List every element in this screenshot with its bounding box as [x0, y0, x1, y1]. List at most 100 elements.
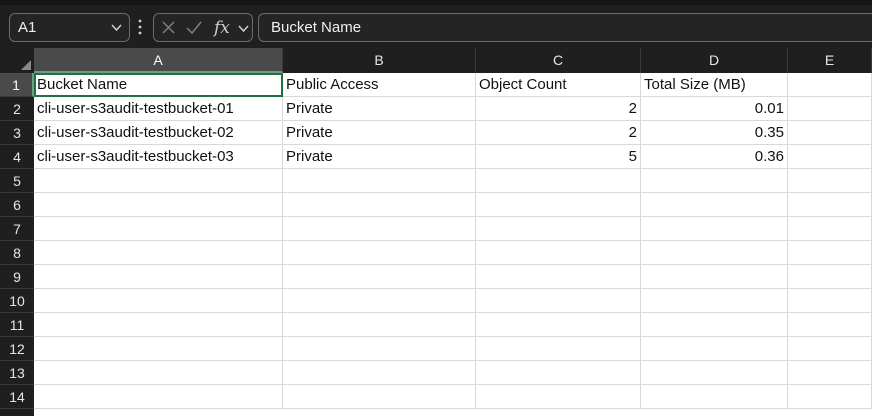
cell-a10[interactable]: [34, 289, 283, 313]
cell-d8[interactable]: [641, 241, 788, 265]
cell-c4[interactable]: 5: [476, 145, 641, 169]
cell-a14[interactable]: [34, 385, 283, 409]
cell-b12[interactable]: [283, 337, 476, 361]
cell-a9[interactable]: [34, 265, 283, 289]
row-header-9[interactable]: 9: [0, 265, 34, 289]
cell-c12[interactable]: [476, 337, 641, 361]
cell-a1[interactable]: Bucket Name: [34, 73, 283, 97]
cell-b1[interactable]: Public Access: [283, 73, 476, 97]
cell-a5[interactable]: [34, 169, 283, 193]
formula-input[interactable]: Bucket Name: [258, 13, 872, 42]
cell-c8[interactable]: [476, 241, 641, 265]
chevron-down-icon[interactable]: [111, 23, 122, 32]
cell-b2[interactable]: Private: [283, 97, 476, 121]
select-all-triangle-icon: [21, 60, 31, 70]
cell-b6[interactable]: [283, 193, 476, 217]
column-header-a[interactable]: A: [34, 48, 283, 73]
select-all-button[interactable]: [0, 48, 34, 73]
cell-b4[interactable]: Private: [283, 145, 476, 169]
cell-c2[interactable]: 2: [476, 97, 641, 121]
cell-a12[interactable]: [34, 337, 283, 361]
cell-c1[interactable]: Object Count: [476, 73, 641, 97]
cell-c3[interactable]: 2: [476, 121, 641, 145]
row-header-6[interactable]: 6: [0, 193, 34, 217]
cell-e4[interactable]: [788, 145, 872, 169]
cell-b11[interactable]: [283, 313, 476, 337]
cell-b5[interactable]: [283, 169, 476, 193]
row-header-2[interactable]: 2: [0, 97, 34, 121]
cell-d7[interactable]: [641, 217, 788, 241]
row-header-3[interactable]: 3: [0, 121, 34, 145]
row-header-8[interactable]: 8: [0, 241, 34, 265]
row-header-13[interactable]: 13: [0, 361, 34, 385]
close-icon[interactable]: [161, 20, 176, 35]
cell-e14[interactable]: [788, 385, 872, 409]
column-header-b[interactable]: B: [283, 48, 476, 73]
cell-d12[interactable]: [641, 337, 788, 361]
cell-c13[interactable]: [476, 361, 641, 385]
chevron-down-icon[interactable]: [238, 24, 249, 33]
cell-e5[interactable]: [788, 169, 872, 193]
cell-b10[interactable]: [283, 289, 476, 313]
row-header-1[interactable]: 1: [0, 73, 34, 97]
cell-c6[interactable]: [476, 193, 641, 217]
row-header-12[interactable]: 12: [0, 337, 34, 361]
row-header-10[interactable]: 10: [0, 289, 34, 313]
cell-d5[interactable]: [641, 169, 788, 193]
cell-b3[interactable]: Private: [283, 121, 476, 145]
row-header-14[interactable]: 14: [0, 385, 34, 409]
cell-c7[interactable]: [476, 217, 641, 241]
cell-b9[interactable]: [283, 265, 476, 289]
cell-a8[interactable]: [34, 241, 283, 265]
cell-b8[interactable]: [283, 241, 476, 265]
cell-a6[interactable]: [34, 193, 283, 217]
cell-grid[interactable]: Bucket Name Public Access Object Count T…: [34, 73, 872, 416]
cell-d1[interactable]: Total Size (MB): [641, 73, 788, 97]
cell-d4[interactable]: 0.36: [641, 145, 788, 169]
cell-c14[interactable]: [476, 385, 641, 409]
cell-e11[interactable]: [788, 313, 872, 337]
cell-e1[interactable]: [788, 73, 872, 97]
cell-a4[interactable]: cli-user-s3audit-testbucket-03: [34, 145, 283, 169]
column-header-c[interactable]: C: [476, 48, 641, 73]
cell-c11[interactable]: [476, 313, 641, 337]
cell-e9[interactable]: [788, 265, 872, 289]
cell-e6[interactable]: [788, 193, 872, 217]
more-options-icon[interactable]: [137, 17, 143, 37]
cell-a13[interactable]: [34, 361, 283, 385]
cell-d14[interactable]: [641, 385, 788, 409]
cell-a7[interactable]: [34, 217, 283, 241]
cell-d13[interactable]: [641, 361, 788, 385]
cell-b7[interactable]: [283, 217, 476, 241]
column-header-e[interactable]: E: [788, 48, 872, 73]
check-icon[interactable]: [185, 20, 203, 35]
cell-d9[interactable]: [641, 265, 788, 289]
cell-d2[interactable]: 0.01: [641, 97, 788, 121]
row-header-7[interactable]: 7: [0, 217, 34, 241]
cell-a11[interactable]: [34, 313, 283, 337]
cell-e7[interactable]: [788, 217, 872, 241]
cell-b13[interactable]: [283, 361, 476, 385]
cell-e10[interactable]: [788, 289, 872, 313]
cell-a3[interactable]: cli-user-s3audit-testbucket-02: [34, 121, 283, 145]
cell-d11[interactable]: [641, 313, 788, 337]
cell-c5[interactable]: [476, 169, 641, 193]
cell-a2[interactable]: cli-user-s3audit-testbucket-01: [34, 97, 283, 121]
cell-b14[interactable]: [283, 385, 476, 409]
cell-d10[interactable]: [641, 289, 788, 313]
row-header-4[interactable]: 4: [0, 145, 34, 169]
cell-e8[interactable]: [788, 241, 872, 265]
cell-d6[interactable]: [641, 193, 788, 217]
cell-e13[interactable]: [788, 361, 872, 385]
name-box[interactable]: A1: [9, 13, 130, 42]
cell-e12[interactable]: [788, 337, 872, 361]
row-header-11[interactable]: 11: [0, 313, 34, 337]
cell-c10[interactable]: [476, 289, 641, 313]
cell-e2[interactable]: [788, 97, 872, 121]
column-header-d[interactable]: D: [641, 48, 788, 73]
fx-icon[interactable]: fx: [213, 18, 235, 38]
cell-e3[interactable]: [788, 121, 872, 145]
row-header-5[interactable]: 5: [0, 169, 34, 193]
cell-d3[interactable]: 0.35: [641, 121, 788, 145]
cell-c9[interactable]: [476, 265, 641, 289]
